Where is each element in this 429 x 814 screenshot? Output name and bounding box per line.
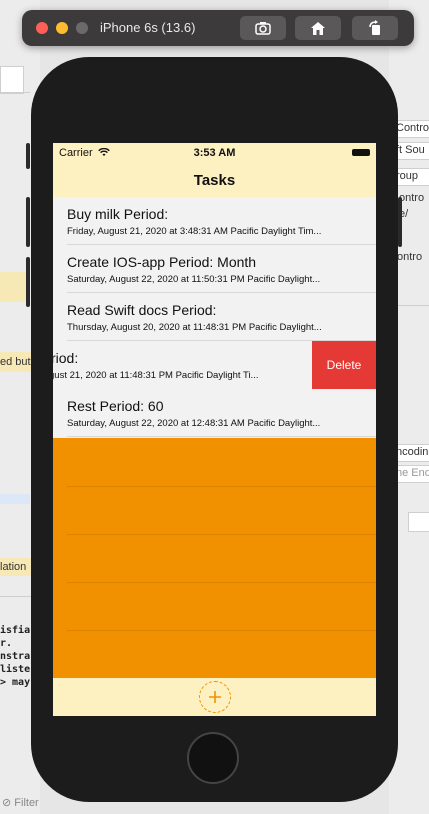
- add-task-button[interactable]: [199, 681, 231, 713]
- console-line-0: isfia: [0, 625, 31, 636]
- task-row-4[interactable]: Rest Period: 60 Saturday, August 22, 202…: [53, 389, 376, 437]
- console-line-4: > may: [0, 677, 31, 688]
- right-label-7: ne End: [396, 467, 429, 479]
- task-title: Read Swift docs Period:: [67, 302, 217, 318]
- console-line-3: liste: [0, 664, 31, 675]
- task-title: Create IOS-app Period: Month: [67, 254, 257, 270]
- home-icon: [311, 21, 325, 35]
- home-button-toolbar[interactable]: [295, 16, 341, 40]
- mute-switch: [26, 143, 30, 169]
- right-field-0[interactable]: Contro: [393, 120, 429, 138]
- task-date: Saturday, August 22, 2020 at 12:48:31 AM…: [67, 418, 321, 429]
- task-row-1[interactable]: Create IOS-app Period: Month Saturday, A…: [53, 245, 376, 293]
- camera-icon: [255, 22, 271, 35]
- power-button: [398, 197, 402, 247]
- empty-rows-area: [53, 438, 376, 678]
- task-date: Saturday, August 22, 2020 at 11:50:31 PM…: [67, 274, 321, 285]
- volume-up-button: [26, 197, 30, 247]
- left-selection: [0, 494, 30, 504]
- filter-placeholder: Filter: [14, 797, 39, 809]
- task-row-0[interactable]: Buy milk Period: Friday, August 21, 2020…: [53, 197, 376, 245]
- zoom-window-button[interactable]: [76, 22, 88, 34]
- simulator-title: iPhone 6s (13.6): [100, 20, 196, 35]
- bg-left-label-1: lation: [0, 561, 27, 573]
- status-time: 3:53 AM: [193, 147, 236, 159]
- task-row-3-swiped[interactable]: riod: gust 21, 2020 at 11:48:31 PM Pacif…: [53, 341, 376, 389]
- right-field-1[interactable]: ft Sou: [393, 142, 429, 160]
- right-label-6: ncodin: [396, 446, 429, 458]
- console-line-1: r.: [0, 638, 13, 649]
- simulator-title-bar: iPhone 6s (13.6): [22, 10, 414, 46]
- row-separator: [67, 436, 376, 437]
- task-row-2[interactable]: Read Swift docs Period: Thursday, August…: [53, 293, 376, 341]
- task-date: gust 21, 2020 at 11:48:31 PM Pacific Day…: [53, 370, 259, 381]
- left-pane-toolbar: [0, 66, 24, 94]
- close-window-button[interactable]: [36, 22, 48, 34]
- empty-row-separator: [67, 486, 376, 487]
- task-date: Friday, August 21, 2020 at 3:48:31 AM Pa…: [67, 226, 322, 237]
- nav-title: Tasks: [193, 172, 236, 189]
- right-field-7[interactable]: ne End: [393, 465, 429, 483]
- rotate-button[interactable]: [352, 16, 398, 40]
- right-label-3: ontro: [399, 192, 425, 204]
- left-separator: [0, 92, 30, 93]
- task-title: riod:: [53, 350, 79, 366]
- right-label-0: Contro: [396, 122, 429, 134]
- empty-row-separator: [67, 534, 376, 535]
- right-label-5: ontro: [397, 251, 423, 263]
- empty-row-separator: [67, 582, 376, 583]
- right-field-2[interactable]: roup: [393, 168, 429, 186]
- bottom-toolbar: [53, 678, 376, 716]
- minimize-window-button[interactable]: [56, 22, 68, 34]
- task-title: Buy milk Period:: [67, 206, 169, 222]
- task-date: Thursday, August 20, 2020 at 11:48:31 PM…: [67, 322, 322, 333]
- device-home-button[interactable]: [187, 732, 239, 784]
- rotate-icon: [369, 20, 380, 35]
- delete-button[interactable]: Delete: [312, 341, 376, 389]
- app-screen: Carrier 3:53 AM Tasks Buy milk Period: F…: [53, 143, 376, 716]
- filter-field[interactable]: ⊘ Filter: [2, 796, 39, 809]
- empty-row-separator: [67, 630, 376, 631]
- console-output: isfia r. nstra liste > may: [0, 624, 30, 689]
- screenshot-button[interactable]: [240, 16, 286, 40]
- status-bar: Carrier 3:53 AM: [53, 143, 376, 163]
- right-stepper[interactable]: [408, 512, 429, 532]
- task-title: Rest Period: 60: [67, 398, 164, 414]
- right-separator: [393, 305, 429, 306]
- right-field-6[interactable]: ncodin: [393, 444, 429, 462]
- console-line-2: nstra: [0, 651, 31, 662]
- battery-icon: [352, 149, 370, 156]
- plus-icon: [209, 691, 221, 703]
- right-label-1: ft Sou: [396, 144, 425, 156]
- right-label-2: roup: [396, 170, 419, 182]
- volume-down-button: [26, 257, 30, 307]
